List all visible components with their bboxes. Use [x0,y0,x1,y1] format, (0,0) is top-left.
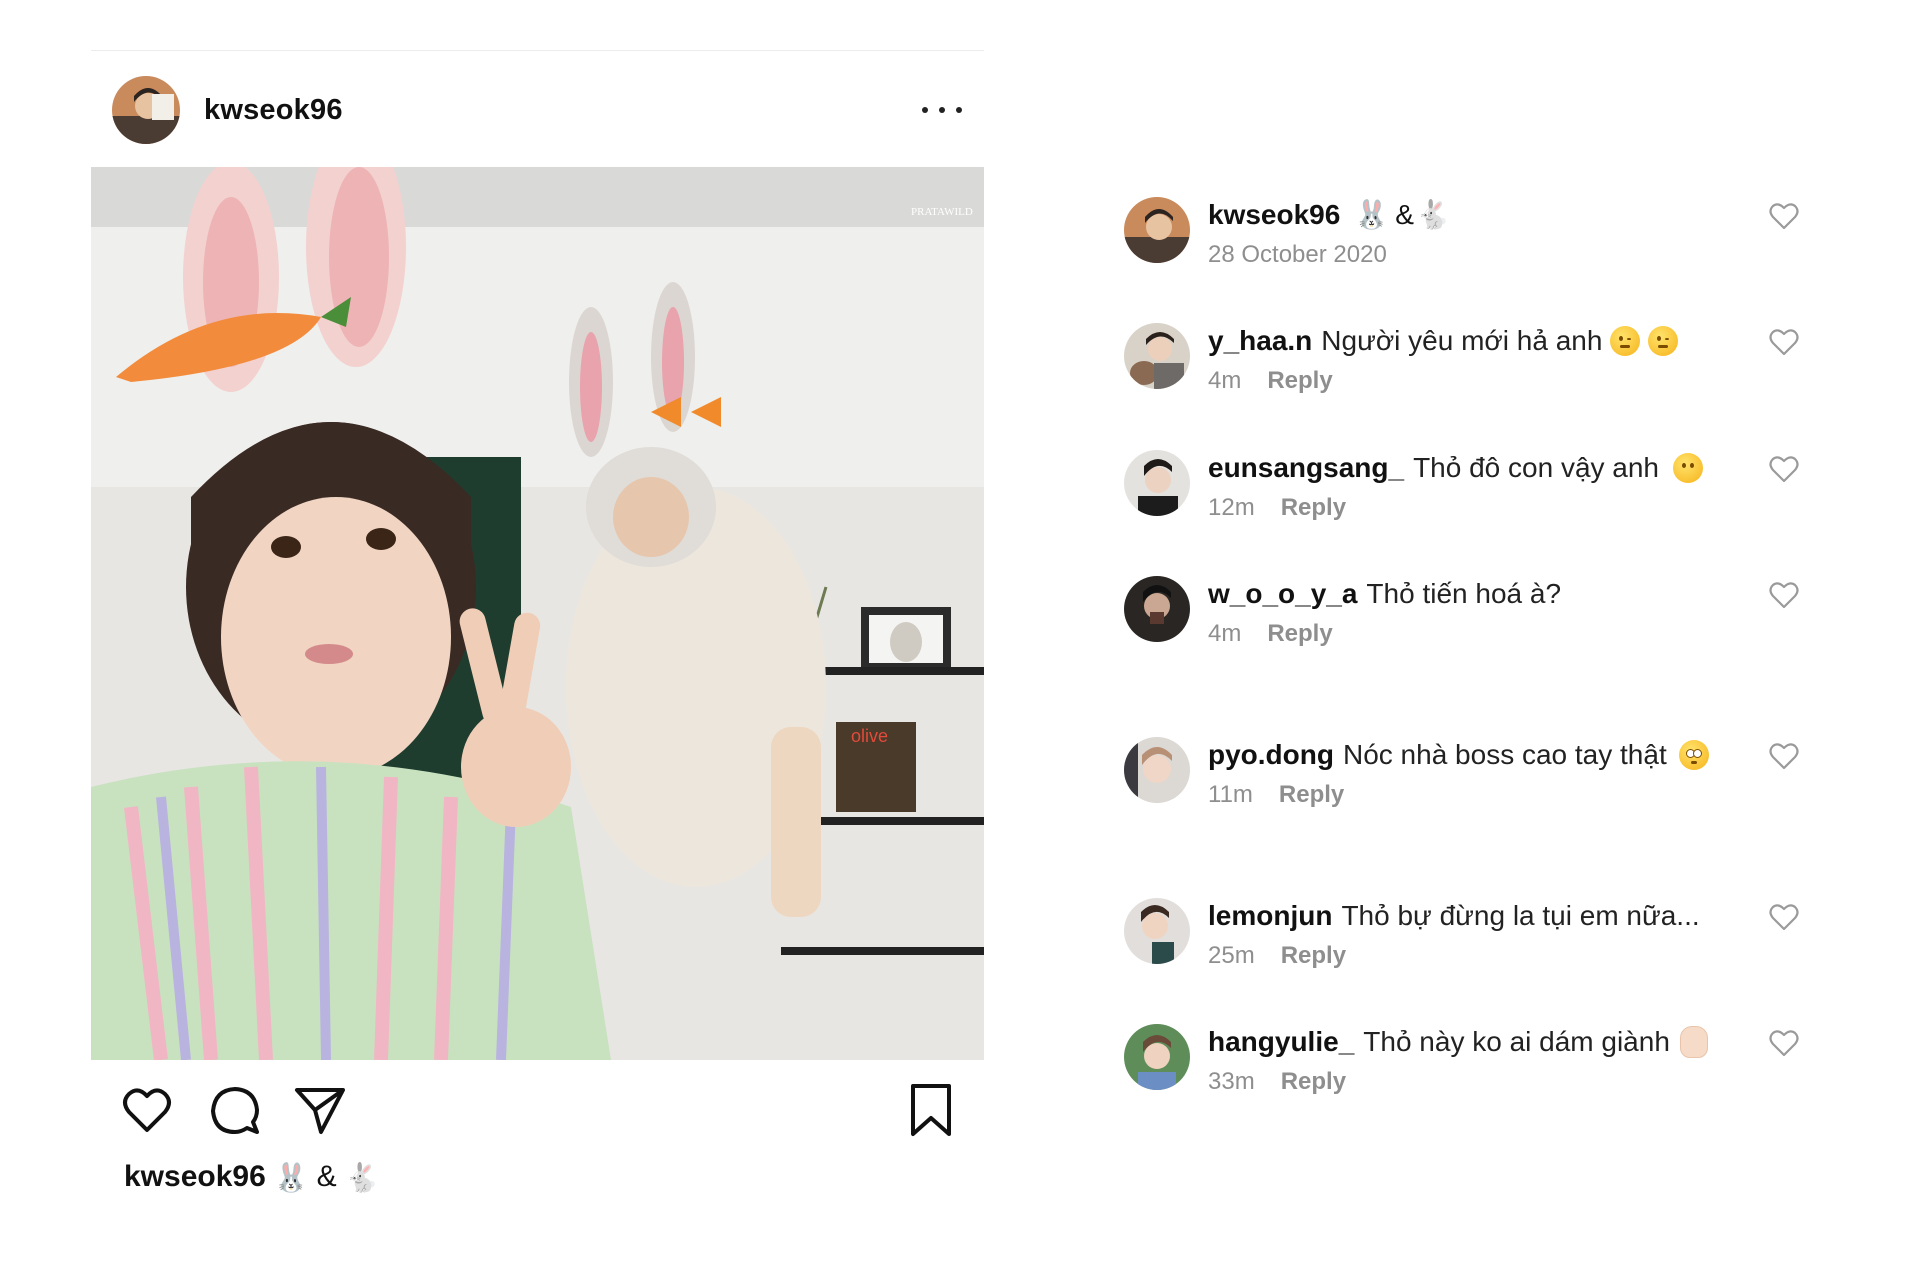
post-caption: kwseok96 🐰 & 🐇 [124,1160,380,1194]
heart-icon[interactable] [1768,902,1800,932]
heart-icon[interactable] [1768,580,1800,610]
comment-avatar[interactable] [1124,197,1190,263]
comment-avatar[interactable] [1124,1024,1190,1090]
comment-item: w_o_o_y_a Thỏ tiến hoá à? 4m Reply [1124,576,1824,647]
post-header: kwseok96 [112,75,962,145]
comment-avatar[interactable] [1124,450,1190,516]
comment-timestamp: 25m [1208,942,1255,969]
rabbit-icon: 🐇 [344,1160,380,1194]
heart-icon[interactable] [1768,201,1800,231]
reply-button[interactable]: Reply [1281,494,1346,521]
comment-username[interactable]: pyo.dong [1208,737,1334,773]
reply-button[interactable]: Reply [1281,942,1346,969]
comment-item: y_haa.n Người yêu mới hả anh 4m Reply [1124,323,1824,394]
caption-username[interactable]: kwseok96 [124,1160,266,1194]
comment-timestamp: 11m [1208,781,1253,808]
comment-avatar[interactable] [1124,576,1190,642]
comment-username[interactable]: lemonjun [1208,898,1332,934]
comment-timestamp: 12m [1208,494,1255,521]
comment-timestamp: 4m [1208,620,1242,647]
rabbit-face-icon: 🐰 [273,1160,309,1194]
comment-avatar[interactable] [1124,898,1190,964]
comment-username[interactable]: kwseok96 [1208,197,1340,233]
heart-icon[interactable] [1768,327,1800,357]
no-mouth-face-icon [1673,453,1704,483]
photo-watermark: PRATAWILD [911,206,973,218]
ok-hand-icon [1679,1026,1708,1058]
top-divider [91,50,984,51]
comment-text: Thỏ đô con vậy anh [1413,452,1660,483]
heart-icon[interactable] [1768,454,1800,484]
post-photo[interactable]: olive PRATAWILD [91,167,984,1060]
post-author-username[interactable]: kwseok96 [204,94,343,127]
caption-ampersand: & [316,1160,337,1193]
post-author-avatar[interactable] [112,76,180,144]
ellipsis-icon [922,107,928,113]
comment-text: Thỏ này ko ai dám giành [1363,1026,1670,1057]
comment-text: Thỏ tiến hoá à? [1366,578,1562,609]
comment-username[interactable]: y_haa.n [1208,323,1312,359]
rabbit-face-icon: 🐰 [1354,198,1390,231]
wink-face-icon [1610,326,1641,356]
paper-plane-icon[interactable] [291,1082,347,1138]
comment-username[interactable]: hangyulie_ [1208,1024,1354,1060]
comment-username[interactable]: eunsangsang_ [1208,450,1404,486]
comment-text: Người yêu mới hả anh [1321,325,1603,356]
comment-item: eunsangsang_ Thỏ đô con vậy anh 12m Reply [1124,450,1824,521]
reply-button[interactable]: Reply [1281,1068,1346,1095]
rabbit-icon: 🐇 [1415,198,1451,231]
comment-text: Nóc nhà boss cao tay thật [1342,739,1667,770]
comment-avatar[interactable] [1124,737,1190,803]
more-options-button[interactable] [922,95,962,125]
comment-item: hangyulie_ Thỏ này ko ai dám giành 33m Re… [1124,1024,1824,1095]
caption-ampersand: & [1395,199,1414,230]
comment-item: pyo.dong Nóc nhà boss cao tay thật 11m Re… [1124,737,1824,808]
comment-timestamp: 4m [1208,367,1242,394]
comment-item: kwseok96 🐰 & 🐇 28 October 2020 [1124,197,1824,268]
comment-username[interactable]: w_o_o_y_a [1208,576,1357,612]
comment-timestamp: 28 October 2020 [1208,241,1387,268]
reply-button[interactable]: Reply [1267,620,1332,647]
comment-avatar[interactable] [1124,323,1190,389]
comment-text: Thỏ bự đừng la tụi em nữa... [1341,900,1700,931]
heart-icon[interactable] [1768,1028,1800,1058]
comment-item: lemonjun Thỏ bự đừng la tụi em nữa... 25… [1124,898,1824,969]
heart-icon[interactable] [119,1082,175,1138]
comment-bubble-icon[interactable] [207,1082,263,1138]
comment-timestamp: 33m [1208,1068,1255,1095]
heart-icon[interactable] [1768,741,1800,771]
reply-button[interactable]: Reply [1267,367,1332,394]
post-action-bar [119,1082,954,1142]
magazine-title: olive [851,726,888,746]
wink-face-icon [1648,326,1679,356]
flushed-face-icon [1678,740,1709,770]
reply-button[interactable]: Reply [1279,781,1344,808]
bookmark-icon[interactable] [903,1082,959,1138]
